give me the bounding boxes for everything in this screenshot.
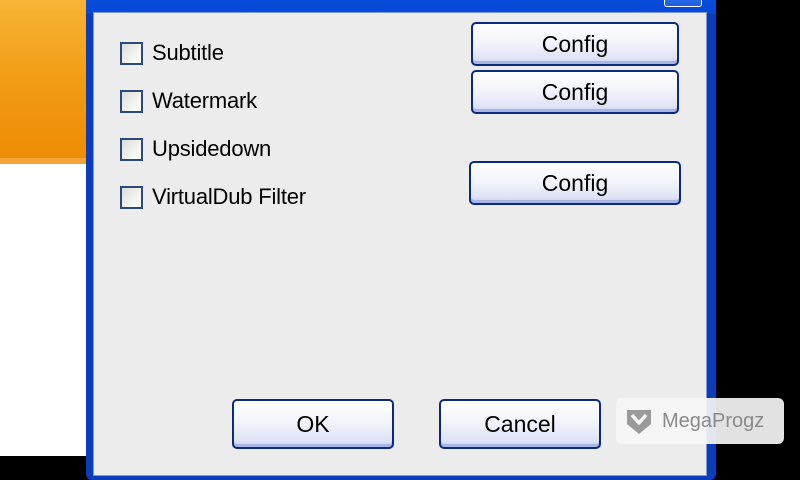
option-row-subtitle[interactable]: Subtitle [120,39,224,67]
virtualdub-filter-config-button[interactable]: Config [469,161,681,205]
watermark-checkbox[interactable] [120,89,143,113]
cancel-button[interactable]: Cancel [439,399,601,449]
option-row-upsidedown[interactable]: Upsidedown [120,135,271,163]
ok-button[interactable]: OK [232,399,394,449]
background-orange-panel [0,0,92,158]
virtualdub-filter-checkbox[interactable] [120,185,143,209]
watermark-label: Watermark [152,88,257,113]
subtitle-label: Subtitle [152,40,224,65]
background-divider [0,158,92,164]
subtitle-checkbox[interactable] [120,41,143,65]
option-row-virtualdub-filter[interactable]: VirtualDub Filter [120,183,306,211]
subtitle-config-button[interactable]: Config [471,22,679,66]
megaprogz-logo-icon [627,410,651,434]
titlebar-button[interactable] [664,0,702,7]
upsidedown-checkbox[interactable] [120,137,143,161]
option-row-watermark[interactable]: Watermark [120,87,257,115]
upsidedown-label: Upsidedown [152,136,272,161]
watermark-badge: MegaProgz [616,398,784,444]
background-app [0,0,92,456]
watermark-text: MegaProgz [662,409,765,432]
dialog-client-area: Subtitle Config Watermark Config Upsided… [93,12,707,476]
virtualdub-filter-label: VirtualDub Filter [152,184,306,209]
watermark-config-button[interactable]: Config [471,70,679,114]
